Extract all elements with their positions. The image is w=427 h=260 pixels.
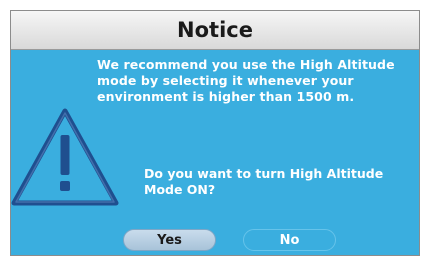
notice-dialog: Notice We recommend you use the High Alt… [10,10,420,256]
no-button[interactable]: No [243,229,336,251]
title-bar: Notice [11,11,419,50]
dialog-question: Do you want to turn High Altitude Mode O… [144,166,384,197]
warning-icon [11,108,119,206]
dialog-title: Notice [177,18,253,42]
yes-button[interactable]: Yes [123,229,216,251]
dialog-message: We recommend you use the High Altitude m… [97,57,395,104]
